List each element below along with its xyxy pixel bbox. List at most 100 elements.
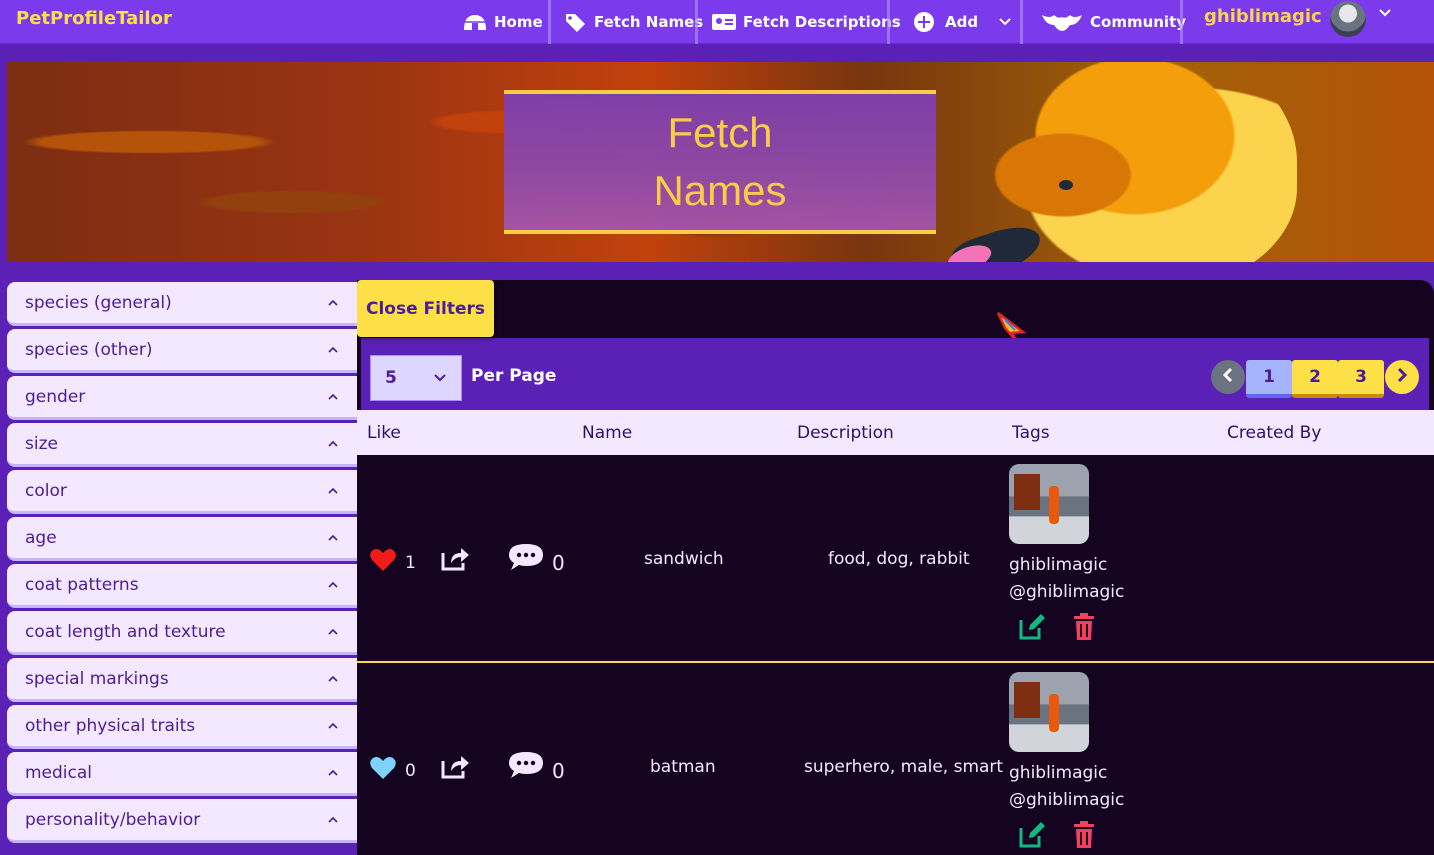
- avatar[interactable]: [1330, 1, 1366, 37]
- nav-add-dropdown[interactable]: Add: [903, 0, 1022, 44]
- user-name[interactable]: ghiblimagic: [1204, 6, 1322, 27]
- column-header-like: Like: [367, 423, 401, 443]
- chevron-up-icon: [327, 816, 339, 824]
- filter-accordion-other-physical-traits[interactable]: other physical traits: [7, 705, 357, 749]
- name-cell: batman: [650, 757, 716, 777]
- page-button-3[interactable]: 3: [1338, 360, 1384, 398]
- page-button-1[interactable]: 1: [1246, 360, 1292, 398]
- filter-accordion-color[interactable]: color: [7, 470, 357, 514]
- chevron-up-icon: [327, 299, 339, 307]
- nav-home-label: Home: [494, 13, 543, 31]
- page-title-line2: Names: [653, 167, 787, 214]
- filter-label: other physical traits: [25, 715, 196, 736]
- filter-accordion-special-markings[interactable]: special markings: [7, 658, 357, 702]
- hero-banner: Fetch Names: [7, 62, 1434, 262]
- bat-icon: [1040, 11, 1084, 33]
- filter-accordion-coat-length-and-texture[interactable]: coat length and texture: [7, 611, 357, 655]
- share-icon[interactable]: [439, 543, 471, 577]
- nav-divider: [887, 0, 890, 44]
- share-icon[interactable]: [439, 751, 471, 785]
- heart-icon[interactable]: [369, 755, 397, 785]
- nav-fetch-names[interactable]: Fetch Names: [554, 0, 713, 44]
- filter-label: gender: [25, 386, 86, 407]
- edit-icon[interactable]: [1017, 820, 1047, 854]
- previous-page-button[interactable]: [1211, 360, 1245, 394]
- chevron-up-icon: [327, 722, 339, 730]
- close-filters-button[interactable]: Close Filters: [357, 280, 494, 337]
- next-page-button[interactable]: [1385, 360, 1419, 394]
- filter-accordion-species-other[interactable]: species (other): [7, 329, 357, 373]
- top-navbar: PetProfileTailor Home Fetch Names Fetch …: [0, 0, 1434, 44]
- chevron-up-icon: [327, 769, 339, 777]
- nav-divider: [548, 0, 551, 44]
- nav-community-label: Community: [1090, 13, 1187, 31]
- tags-cell: food, dog, rabbit: [828, 549, 970, 569]
- trash-icon[interactable]: [1072, 820, 1096, 854]
- filter-accordion-species-general[interactable]: species (general): [7, 282, 357, 326]
- heart-icon[interactable]: [369, 547, 397, 577]
- column-header-name: Name: [582, 423, 633, 443]
- comment-count: 0: [552, 759, 565, 783]
- filter-accordion-coat-patterns[interactable]: coat patterns: [7, 564, 357, 608]
- page-title: Fetch Names: [504, 90, 936, 234]
- filter-label: coat length and texture: [25, 621, 226, 642]
- chevron-down-icon: [998, 17, 1012, 27]
- comment-icon[interactable]: [507, 749, 545, 785]
- chevron-right-icon: [1395, 367, 1409, 387]
- chevron-down-icon[interactable]: [1377, 4, 1393, 23]
- nav-fetch-names-label: Fetch Names: [594, 13, 704, 31]
- trash-icon[interactable]: [1072, 612, 1096, 646]
- creator-name[interactable]: ghiblimagic: [1009, 763, 1107, 783]
- chevron-up-icon: [327, 534, 339, 542]
- comment-icon[interactable]: [507, 541, 545, 577]
- filter-label: size: [25, 433, 58, 454]
- filter-label: medical: [25, 762, 93, 783]
- banner-dog-eye: [1059, 180, 1073, 190]
- table-header: Like Name Description Tags Created By: [357, 410, 1434, 455]
- page-button-2[interactable]: 2: [1292, 360, 1338, 398]
- filter-label: personality/behavior: [25, 809, 201, 830]
- filter-accordion-size[interactable]: size: [7, 423, 357, 467]
- nav-divider: [1020, 0, 1023, 44]
- filter-accordion-age[interactable]: age: [7, 517, 357, 561]
- chevron-down-icon: [433, 368, 447, 388]
- filter-accordion-gender[interactable]: gender: [7, 376, 357, 420]
- nav-home[interactable]: Home: [452, 0, 553, 44]
- names-panel: Close Filters 5 Per Page 1 2 3 Like Name…: [357, 280, 1434, 855]
- chevron-left-icon: [1221, 367, 1235, 387]
- chevron-up-icon: [327, 346, 339, 354]
- per-page-select[interactable]: 5: [370, 355, 462, 401]
- nav-divider: [695, 0, 698, 44]
- nav-fetch-descriptions[interactable]: Fetch Descriptions: [701, 0, 911, 44]
- creator-avatar[interactable]: [1009, 672, 1089, 752]
- column-header-tags: Tags: [1012, 423, 1050, 443]
- filter-accordion-personality-behavior[interactable]: personality/behavior: [7, 799, 357, 843]
- filter-label: color: [25, 480, 67, 501]
- tags-cell: superhero, male, smart: [804, 757, 1004, 777]
- table-row: 1 0 sandwich food, dog, rabbit ghiblimag…: [357, 455, 1434, 662]
- creator-name[interactable]: ghiblimagic: [1009, 555, 1107, 575]
- chevron-up-icon: [327, 487, 339, 495]
- chevron-up-icon: [327, 581, 339, 589]
- name-cell: sandwich: [644, 549, 724, 569]
- tags-icon: [564, 12, 588, 32]
- filter-label: coat patterns: [25, 574, 139, 595]
- chevron-up-icon: [327, 393, 339, 401]
- nav-community[interactable]: Community: [1030, 0, 1196, 44]
- filter-label: species (other): [25, 339, 153, 360]
- filter-label: special markings: [25, 668, 169, 689]
- filter-label: species (general): [25, 292, 172, 313]
- creator-avatar[interactable]: [1009, 464, 1089, 544]
- per-page-value: 5: [385, 368, 397, 388]
- edit-icon[interactable]: [1017, 612, 1047, 646]
- plus-circle-icon: [913, 11, 935, 33]
- id-card-icon: [711, 12, 737, 32]
- nav-add-label: Add: [945, 13, 979, 31]
- page-title-line1: Fetch: [667, 109, 773, 156]
- brand-logo-text[interactable]: PetProfileTailor: [16, 8, 172, 29]
- creator-handle: @ghiblimagic: [1009, 582, 1125, 602]
- column-header-description: Description: [797, 423, 894, 443]
- like-count: 1: [405, 553, 416, 573]
- nav-fetch-descriptions-label: Fetch Descriptions: [743, 13, 901, 31]
- filter-accordion-medical[interactable]: medical: [7, 752, 357, 796]
